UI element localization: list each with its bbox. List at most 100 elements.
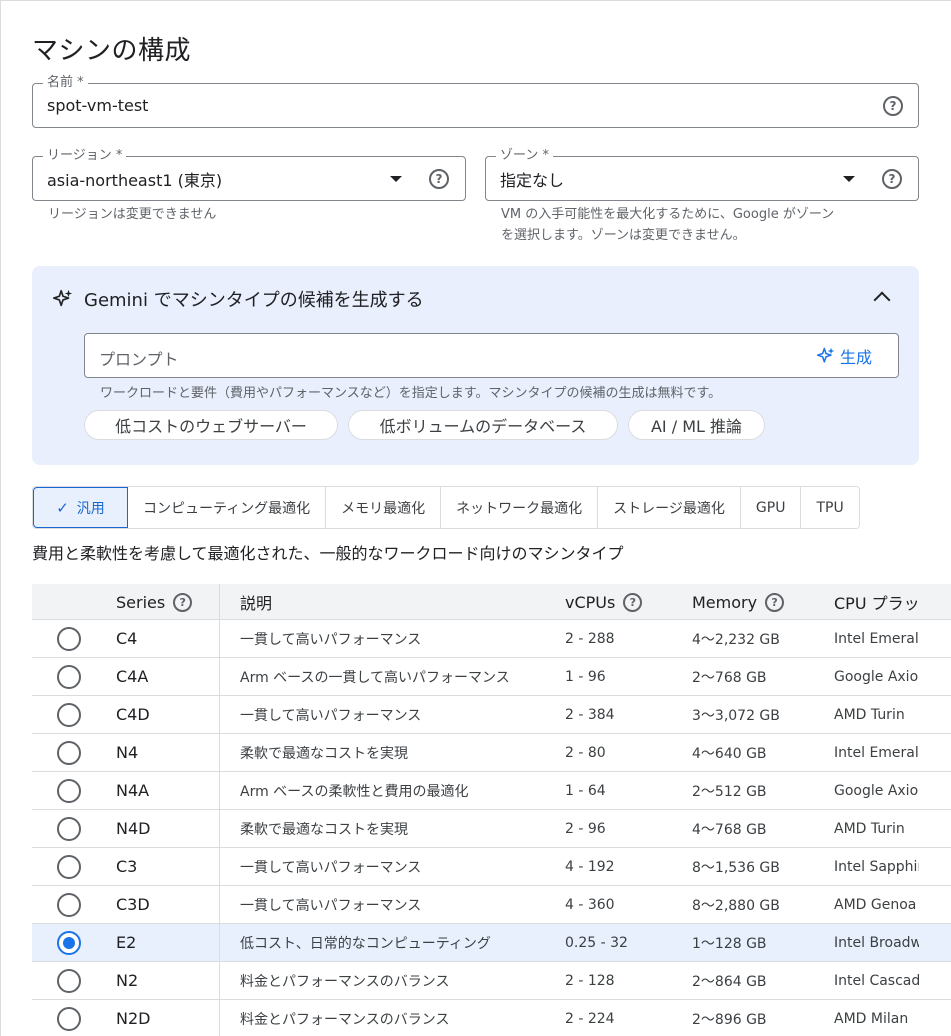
name-field-value: spot-vm-test (47, 96, 149, 115)
generate-button-label: 生成 (839, 348, 872, 367)
table-row[interactable]: N4D 柔軟で最適なコストを実現 2 - 96 4～768 GB AMD Turin (32, 810, 951, 848)
cell-series: N2 (116, 971, 139, 990)
header-description: 説明 (240, 584, 272, 620)
table-row[interactable]: C4 一貫して高いパフォーマンス 2 - 288 4～2,232 GB Intel Em… (32, 620, 951, 658)
cell-description: Arm ベースの柔軟性と費用の最適化 (240, 783, 469, 800)
cell-description: 柔軟で最適なコストを実現 (240, 821, 408, 838)
series-radio[interactable] (57, 703, 81, 727)
sparkle-icon (53, 289, 73, 307)
cell-description: 一貫して高いパフォーマンス (240, 707, 422, 724)
chip-low-cost-web-server[interactable]: 低コストのウェブサーバー (84, 410, 338, 440)
region-select-value: asia-northeast1 (東京) (47, 170, 223, 190)
cell-cpu-platform: Google Axion (834, 668, 919, 685)
cell-vcpus: 1 - 64 (565, 782, 606, 799)
prompt-placeholder: プロンプト (99, 350, 179, 369)
tab-storage-optimized[interactable]: ストレージ最適化 (598, 487, 741, 528)
zone-select-value: 指定なし (500, 170, 565, 190)
help-circle-icon[interactable]: ? (623, 592, 643, 612)
table-row[interactable]: N4 柔軟で最適なコストを実現 2 - 80 4～640 GB Intel Emeral… (32, 734, 951, 772)
cell-description: 柔軟で最適なコストを実現 (240, 745, 408, 762)
series-radio[interactable] (57, 817, 81, 841)
series-radio[interactable] (57, 969, 81, 993)
name-field[interactable]: 名前 * spot-vm-test ? (32, 75, 919, 128)
series-radio[interactable] (57, 741, 81, 765)
cell-series: N2D (116, 1009, 151, 1028)
table-row[interactable]: N2D 料金とパフォーマンスのバランス 2 - 224 2～896 GB AMD Mil… (32, 1000, 951, 1036)
cell-memory: 4～768 GB (692, 821, 767, 838)
series-radio[interactable] (57, 1007, 81, 1031)
header-series-label: Series (116, 592, 166, 612)
cell-memory: 2～864 GB (692, 973, 767, 990)
cell-series: C4A (116, 667, 149, 686)
zone-hint-line1: VM の入手可能性を最大化するために、Google がゾーン (501, 207, 835, 222)
cell-cpu-platform: Intel Emerald (834, 744, 919, 761)
prompt-input[interactable]: プロンプト 生成 (84, 333, 899, 378)
help-circle-icon[interactable]: ? (173, 592, 193, 612)
chip-low-volume-database[interactable]: 低ボリュームのデータベース (348, 410, 618, 440)
column-divider (219, 772, 220, 809)
cell-memory: 1～128 GB (692, 935, 767, 952)
series-radio[interactable] (57, 627, 81, 651)
column-divider (219, 658, 220, 695)
series-radio[interactable] (57, 855, 81, 879)
cell-memory: 8～2,880 GB (692, 897, 780, 914)
cell-cpu-platform: AMD Turin (834, 706, 905, 723)
header-series: Series ? (116, 584, 193, 620)
region-select[interactable]: リージョン * asia-northeast1 (東京) ? (32, 148, 466, 201)
header-vcpus: vCPUs ? (565, 584, 643, 620)
table-row[interactable]: N4A Arm ベースの柔軟性と費用の最適化 1 - 64 2～512 GB Googl… (32, 772, 951, 810)
series-radio[interactable] (57, 893, 81, 917)
cell-cpu-platform: AMD Genoa (834, 896, 917, 913)
table-row[interactable]: C4A Arm ベースの一貫して高いパフォーマンス 1 - 96 2～768 GB Go… (32, 658, 951, 696)
series-radio[interactable] (57, 665, 81, 689)
cell-description: 料金とパフォーマンスのバランス (240, 1011, 450, 1028)
page-title: マシンの構成 (32, 36, 192, 66)
cell-memory: 2～512 GB (692, 783, 767, 800)
series-radio[interactable] (57, 779, 81, 803)
generate-button[interactable]: 生成 (816, 344, 872, 368)
cell-cpu-platform: AMD Turin (834, 820, 905, 837)
help-circle-icon[interactable]: ? (765, 592, 785, 612)
column-divider (219, 734, 220, 771)
prompt-hint: ワークロードと要件（費用やパフォーマンスなど）を指定します。マシンタイプの候補の… (100, 386, 722, 401)
chip-ai-ml-inference[interactable]: AI / ML 推論 (628, 410, 765, 440)
zone-hint-line2: を選択します。ゾーンは変更できません。 (501, 228, 746, 243)
dropdown-arrow-icon[interactable] (390, 176, 402, 182)
table-row[interactable]: C4D 一貫して高いパフォーマンス 2 - 384 3～3,072 GB AMD Tur… (32, 696, 951, 734)
tab-tpu[interactable]: TPU (801, 487, 859, 528)
series-radio[interactable] (57, 931, 81, 955)
column-divider (219, 810, 220, 847)
cell-description: 低コスト、日常的なコンピューティング (240, 935, 491, 952)
table-row[interactable]: E2 低コスト、日常的なコンピューティング 0.25 - 32 1～128 GB Int… (32, 924, 951, 962)
cell-description: 一貫して高いパフォーマンス (240, 631, 422, 648)
zone-select[interactable]: ゾーン * 指定なし ? (485, 148, 919, 201)
column-divider (219, 696, 220, 733)
tab-gpu[interactable]: GPU (740, 487, 802, 528)
column-divider (219, 584, 220, 619)
header-memory-label: Memory (692, 592, 758, 612)
cell-description: 料金とパフォーマンスのバランス (240, 973, 450, 990)
help-circle-icon[interactable]: ? (429, 169, 449, 189)
cell-vcpus: 2 - 80 (565, 744, 606, 761)
help-circle-icon[interactable]: ? (882, 169, 902, 189)
help-circle-icon[interactable]: ? (883, 96, 903, 116)
cell-vcpus: 2 - 96 (565, 820, 606, 837)
cell-memory: 2～896 GB (692, 1011, 767, 1028)
table-row[interactable]: N2 料金とパフォーマンスのバランス 2 - 128 2～864 GB Intel Ca… (32, 962, 951, 1000)
dropdown-arrow-icon[interactable] (843, 176, 855, 182)
cell-vcpus: 2 - 384 (565, 706, 615, 723)
cell-vcpus: 4 - 360 (565, 896, 615, 913)
cell-cpu-platform: Intel Emerald (834, 630, 919, 647)
column-divider (219, 886, 220, 923)
cell-series: C4 (116, 629, 138, 648)
cell-cpu-platform: Intel Broadw (834, 934, 919, 951)
tab-network-optimized[interactable]: ネットワーク最適化 (441, 487, 599, 528)
tab-general-purpose[interactable]: ✓ 汎用 (33, 487, 128, 528)
tab-compute-optimized[interactable]: コンピューティング最適化 (128, 487, 327, 528)
header-cpu-platform: CPU プラッ (834, 584, 920, 620)
tab-memory-optimized[interactable]: メモリ最適化 (326, 487, 442, 528)
table-row[interactable]: C3D 一貫して高いパフォーマンス 4 - 360 8～2,880 GB AMD Gen… (32, 886, 951, 924)
table-row[interactable]: C3 一貫して高いパフォーマンス 4 - 192 8～1,536 GB Intel Sa… (32, 848, 951, 886)
table-header: Series ? 説明 vCPUs ? Memory ? CPU プラッ (32, 584, 951, 620)
column-divider (219, 620, 220, 657)
